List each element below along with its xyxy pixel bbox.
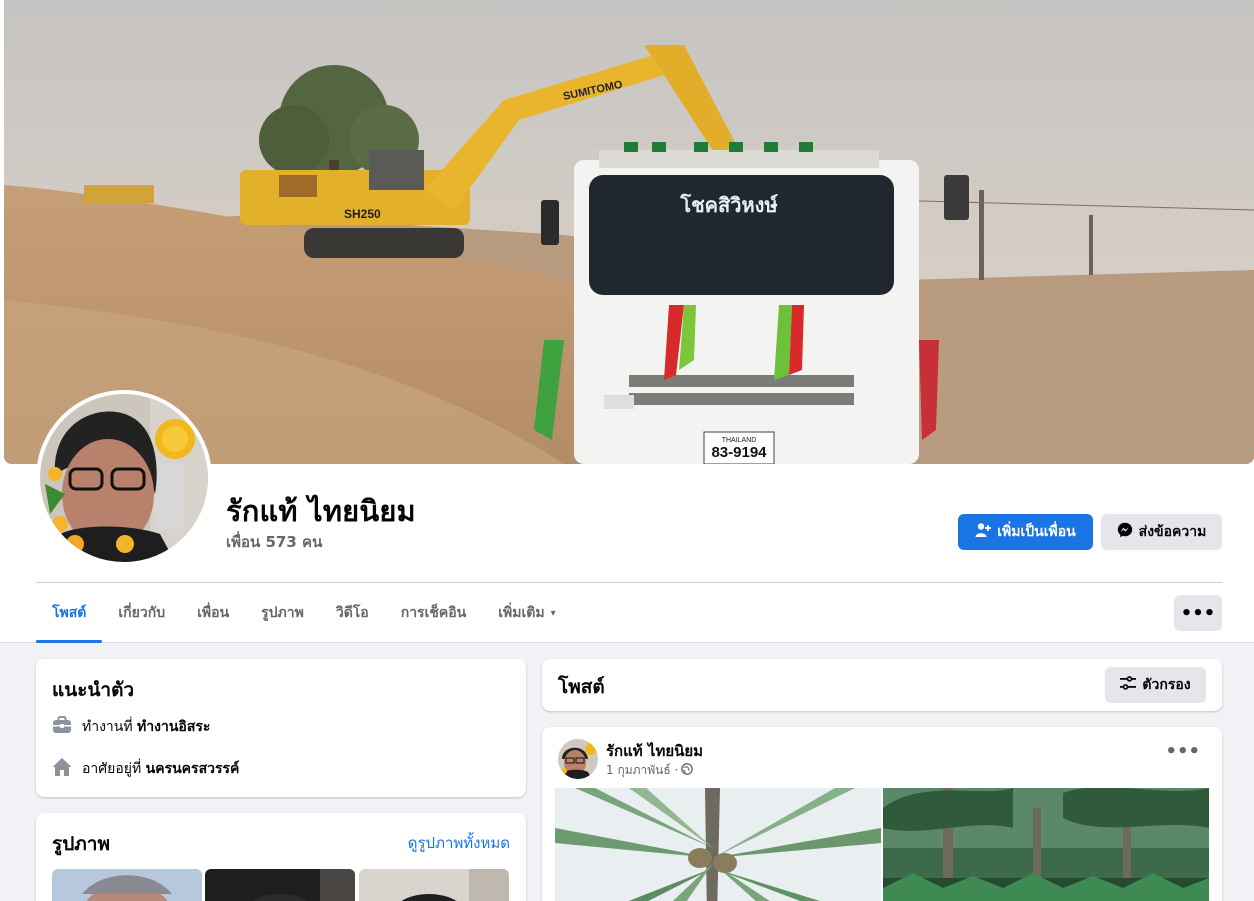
more-horizontal-icon: ••• [1165, 741, 1200, 762]
message-label: ส่งข้อความ [1138, 524, 1207, 540]
see-all-photos-link[interactable]: ดูรูปภาพทั้งหมด [408, 831, 510, 855]
more-horizontal-icon: ••• [1180, 602, 1216, 624]
home-prefix: อาศัยอยู่ที่ [82, 761, 142, 777]
intro-card: แนะนำตัว ทำงานที่ ทำงานอิสระ อาศัยอยู่ที… [36, 659, 526, 797]
tab-about[interactable]: เกี่ยวกับ [102, 584, 181, 642]
intro-home-row: อาศัยอยู่ที่ นครนครสวรรค์ [52, 757, 239, 781]
excavator-model-text: SH250 [344, 207, 381, 221]
tab-videos[interactable]: วิดีโอ [320, 584, 385, 642]
profile-avatar[interactable] [36, 390, 212, 566]
photos-card: รูปภาพ ดูรูปภาพทั้งหมด [36, 813, 526, 901]
license-plate: 83-9194 [711, 444, 767, 461]
profile-more-options-button[interactable]: ••• [1174, 595, 1222, 631]
post-image[interactable] [883, 788, 1209, 901]
work-value[interactable]: ทำงานอิสระ [137, 719, 210, 735]
truck-windshield-sign: โชคสิวิหงษ์ [679, 193, 778, 217]
tab-posts[interactable]: โพสต์ [36, 584, 103, 643]
tab-friends[interactable]: เพื่อน [181, 584, 245, 642]
tab-photos[interactable]: รูปภาพ [245, 584, 320, 642]
photo-thumbnail[interactable] [52, 869, 202, 901]
profile-tabs: โพสต์ เกี่ยวกับ เพื่อน รูปภาพ วิดีโอ การ… [36, 584, 572, 643]
work-prefix: ทำงานที่ [82, 719, 133, 735]
messenger-icon [1117, 522, 1133, 542]
home-icon [52, 757, 72, 781]
tab-checkins[interactable]: การเช็คอิน [385, 584, 483, 642]
profile-name: รักแท้ ไทยนิยม [226, 494, 416, 528]
friends-count-link[interactable]: เพื่อน 573 คน [226, 530, 322, 554]
intro-work-row: ทำงานที่ ทำงานอิสระ [52, 715, 210, 739]
home-value[interactable]: นครนครสวรรค์ [146, 761, 240, 777]
post-author-name[interactable]: รักแท้ ไทยนิยม [606, 739, 703, 763]
posts-header-card: โพสต์ ตัวกรอง [542, 659, 1222, 711]
photos-title: รูปภาพ [52, 833, 110, 855]
message-button[interactable]: ส่งข้อความ [1101, 514, 1222, 550]
header-divider [36, 582, 1222, 583]
post-image[interactable] [555, 788, 881, 901]
filter-button[interactable]: ตัวกรอง [1105, 667, 1206, 703]
filter-label: ตัวกรอง [1142, 677, 1191, 693]
photo-thumbnail[interactable] [205, 869, 355, 901]
add-friend-button[interactable]: เพิ่มเป็นเพื่อน [958, 514, 1093, 550]
photo-thumbnail[interactable] [359, 869, 509, 901]
caret-down-icon: ▾ [550, 607, 556, 619]
tab-more[interactable]: เพิ่มเติม ▾ [482, 584, 571, 642]
add-friend-icon [975, 522, 992, 542]
globe-icon [681, 763, 694, 778]
intro-title: แนะนำตัว [52, 679, 135, 701]
posts-title: โพสต์ [558, 676, 605, 698]
post-card: รักแท้ ไทยนิยม 1 กุมภาพันธ์ · ••• [542, 727, 1222, 901]
post-options-button[interactable]: ••• [1165, 741, 1200, 762]
cover-photo[interactable]: SUMITOMO SH250 โชคสิวิหงษ์ THAILAND 83-9… [4, 0, 1254, 464]
post-author-avatar[interactable] [558, 739, 598, 779]
briefcase-icon [52, 715, 72, 739]
add-friend-label: เพิ่มเป็นเพื่อน [997, 524, 1076, 540]
filter-icon [1120, 675, 1137, 695]
license-plate-country: THAILAND [722, 437, 757, 444]
post-timestamp[interactable]: 1 กุมภาพันธ์ · [606, 761, 694, 780]
